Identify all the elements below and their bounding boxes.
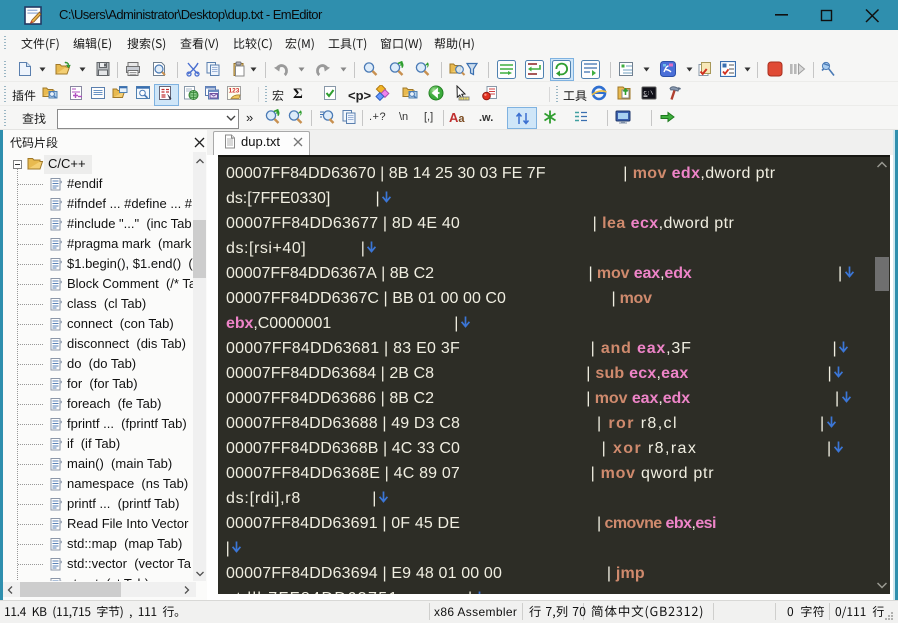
svg-text:C:\: C:\ [644,90,654,97]
svg-text:123: 123 [229,88,240,95]
